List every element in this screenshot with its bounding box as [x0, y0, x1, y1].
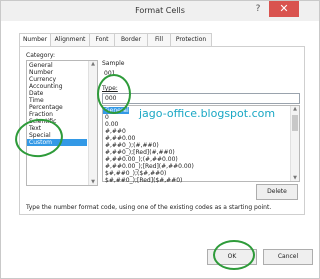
type-list-scrollbar[interactable]: ▲ ▼ — [290, 106, 299, 181]
watermark-text: jago-office.blogspot.com — [139, 107, 276, 120]
type-item[interactable]: 0 — [105, 114, 109, 121]
annotation-circle-ok — [213, 240, 255, 270]
scroll-down-icon[interactable]: ▼ — [291, 175, 299, 181]
help-icon[interactable]: ? — [253, 4, 263, 14]
category-label: Category: — [26, 52, 55, 59]
type-item[interactable]: #,##0.00_);(#,##0.00) — [105, 156, 178, 163]
format-cells-dialog: Format Cells ? ✕ Number Alignment Font B… — [0, 0, 320, 279]
tab-fill[interactable]: Fill — [147, 33, 171, 46]
close-button[interactable]: ✕ — [269, 1, 299, 17]
tab-font[interactable]: Font — [89, 33, 115, 46]
category-item-general[interactable]: General — [29, 62, 53, 69]
scroll-up-icon[interactable]: ▲ — [89, 61, 97, 67]
tab-alignment[interactable]: Alignment — [50, 33, 90, 46]
tab-border[interactable]: Border — [114, 33, 148, 46]
type-item[interactable]: $#,##0_);($#,##0) — [105, 170, 166, 177]
tab-number[interactable]: Number — [19, 33, 51, 47]
category-item-date[interactable]: Date — [29, 90, 43, 97]
type-item[interactable]: #,##0.00 — [105, 135, 135, 142]
type-item[interactable]: #,##0_);(#,##0) — [105, 142, 159, 149]
category-item-time[interactable]: Time — [29, 97, 44, 104]
delete-button[interactable]: Delete — [256, 184, 298, 200]
description-text: Type the number format code, using one o… — [26, 204, 272, 211]
scroll-up-icon[interactable]: ▲ — [291, 106, 299, 112]
close-icon: ✕ — [279, 2, 289, 15]
scroll-down-icon[interactable]: ▼ — [89, 179, 97, 185]
type-item[interactable]: #,##0_);[Red](#,##0) — [105, 149, 175, 156]
sample-label: Sample — [102, 60, 125, 67]
title-bar: Format Cells ? ✕ — [1, 1, 319, 21]
category-item-accounting[interactable]: Accounting — [29, 83, 63, 90]
cancel-button[interactable]: Cancel — [263, 249, 313, 265]
category-scrollbar[interactable]: ▲ ▼ — [88, 61, 97, 185]
type-item[interactable]: #,##0.00_);[Red](#,##0.00) — [105, 163, 194, 170]
category-item-fraction[interactable]: Fraction — [29, 111, 53, 118]
scroll-thumb[interactable] — [292, 115, 298, 131]
type-input[interactable]: 000 — [102, 93, 300, 104]
annotation-circle-type — [97, 74, 131, 114]
tab-protection[interactable]: Protection — [170, 33, 212, 46]
type-item[interactable]: 0.00 — [105, 121, 118, 128]
category-item-percentage[interactable]: Percentage — [29, 104, 63, 111]
category-item-number[interactable]: Number — [29, 69, 53, 76]
type-item[interactable]: #,##0 — [105, 128, 126, 135]
type-item[interactable]: $#,##0_);[Red]($#,##0) — [105, 177, 182, 184]
category-item-currency[interactable]: Currency — [29, 76, 56, 83]
